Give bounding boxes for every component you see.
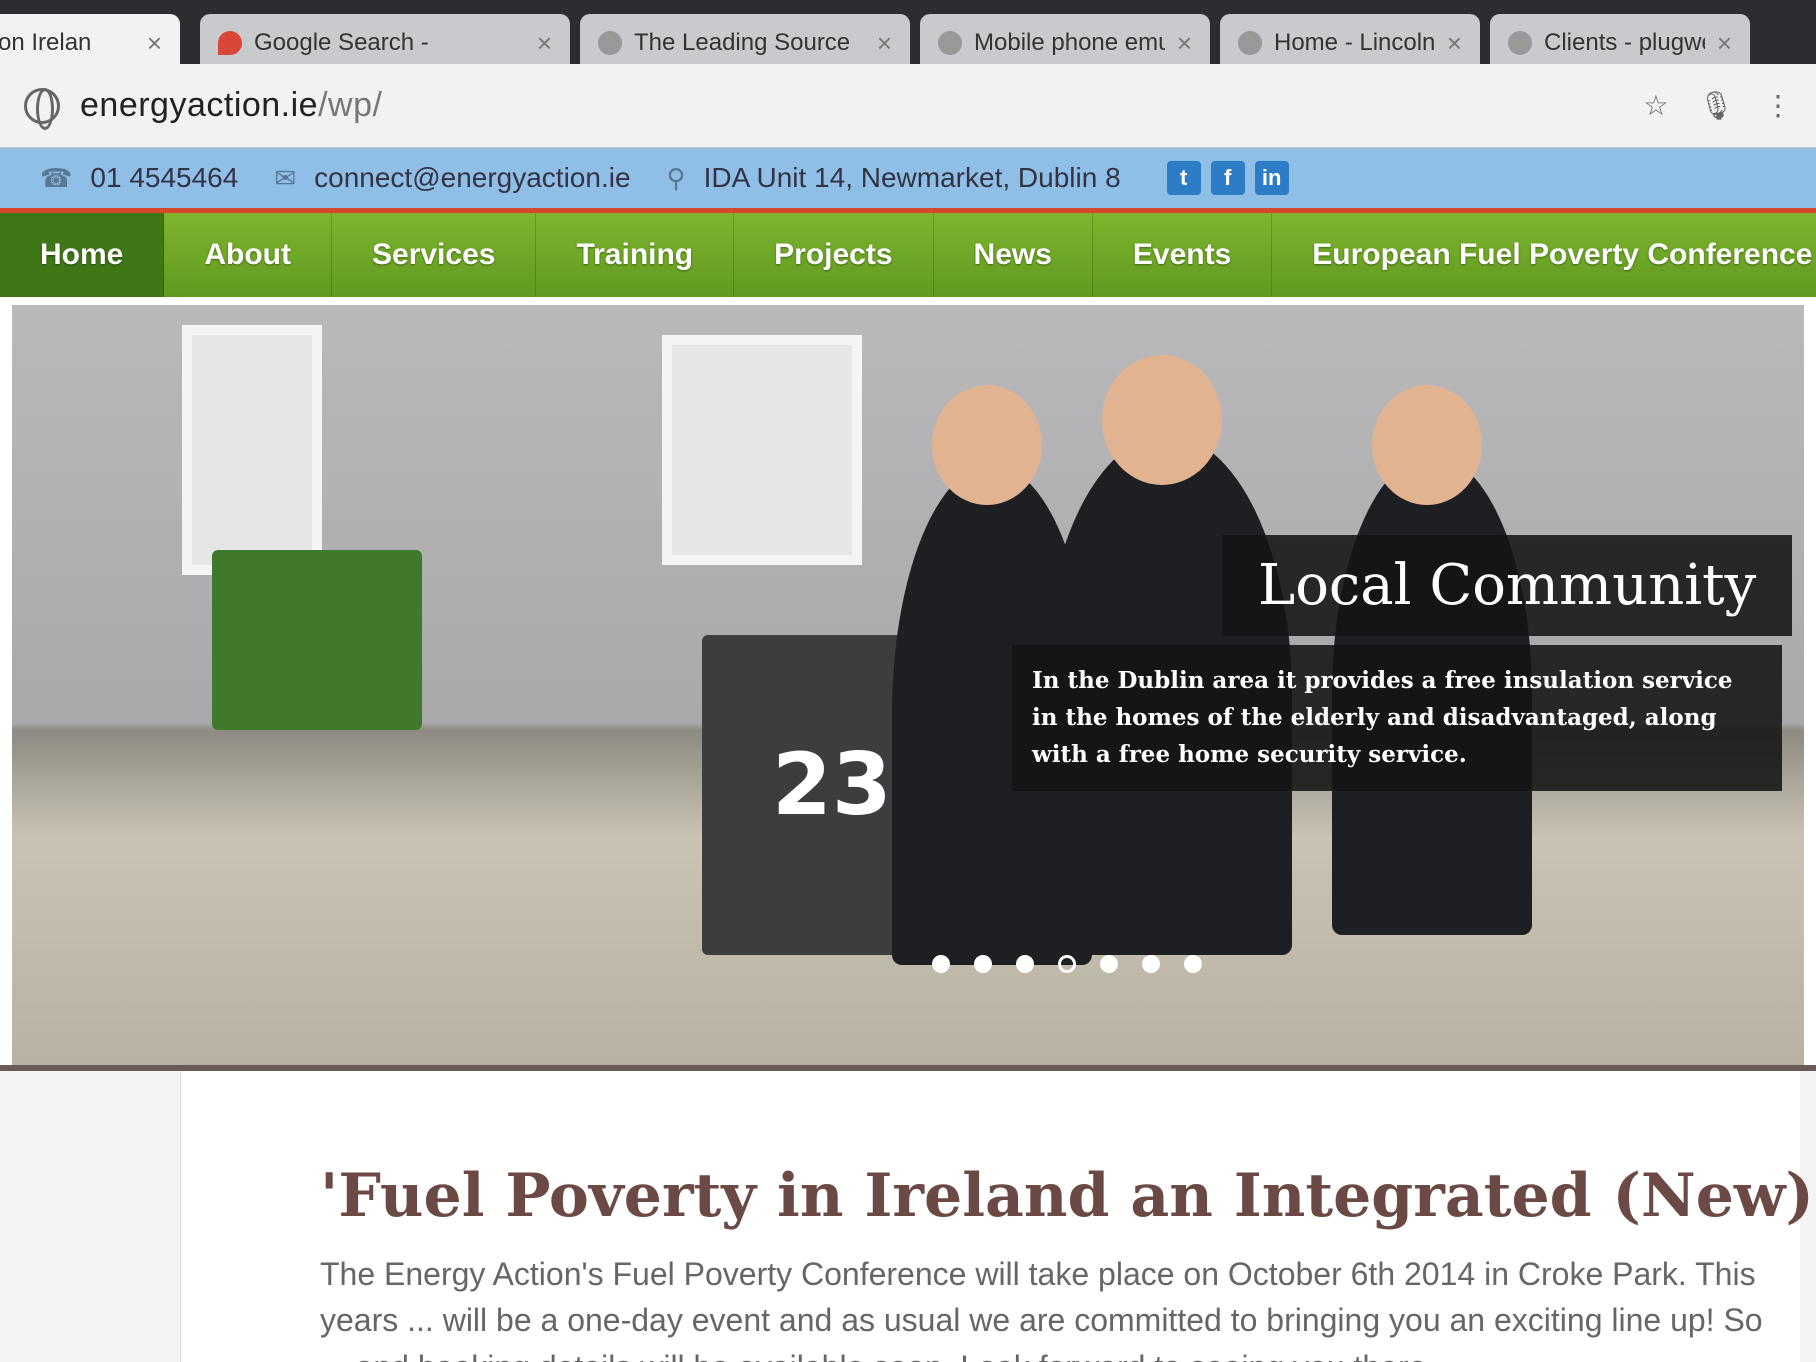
tab-close-icon[interactable]: × <box>147 28 162 59</box>
location-pin-icon: ⚲ <box>666 162 686 193</box>
url-text[interactable]: energyaction.ie/wp/ <box>80 86 382 125</box>
page-favicon-icon <box>1238 31 1262 55</box>
globe-icon <box>24 87 60 130</box>
facebook-icon[interactable]: f <box>1210 161 1245 195</box>
email-contact[interactable]: ✉ connect@energyaction.ie <box>274 162 630 194</box>
phone-icon: ☎ <box>40 162 73 193</box>
slide-dot[interactable] <box>1184 955 1202 973</box>
webpage: ☎ 01 4545464 ✉ connect@energyaction.ie ⚲… <box>0 148 1816 1362</box>
email-address: connect@energyaction.ie <box>314 162 631 193</box>
menu-icon[interactable]: ⋮ <box>1764 89 1792 122</box>
slide-caption-text: In the Dublin area it provides a free in… <box>1012 645 1782 792</box>
slide-dot[interactable] <box>974 955 992 973</box>
tab-title: on Irelan <box>0 29 92 56</box>
tab-close-icon[interactable]: × <box>1177 28 1192 59</box>
address-bar[interactable]: energyaction.ie/wp/ ☆ 🎙 ⋮ <box>0 64 1816 148</box>
social-links: t f in <box>1166 161 1289 195</box>
page-favicon-icon <box>938 31 962 55</box>
hero-slider[interactable]: 23 Local Community In the Dublin area it… <box>12 305 1804 1065</box>
slide-dot[interactable] <box>932 955 950 973</box>
contact-bar: ☎ 01 4545464 ✉ connect@energyaction.ie ⚲… <box>0 148 1816 208</box>
slide-pagination <box>932 955 1202 973</box>
slide-dot[interactable] <box>1100 955 1118 973</box>
nav-european-fuel-poverty-conference[interactable]: European Fuel Poverty Conference <box>1272 213 1816 297</box>
nav-home[interactable]: Home <box>0 213 165 297</box>
nav-news[interactable]: News <box>934 213 1093 297</box>
tab-title: The Leading Source <box>634 29 851 56</box>
green-bin-image <box>212 550 422 730</box>
tab-close-icon[interactable]: × <box>1717 28 1732 59</box>
main-navigation: Home About Services Training Projects Ne… <box>0 213 1816 297</box>
nav-services[interactable]: Services <box>332 213 537 297</box>
phone-contact[interactable]: ☎ 01 4545464 <box>40 162 238 194</box>
house-window-image <box>182 325 322 575</box>
browser-tabstrip: on Irelan × Google Search - × The Leadin… <box>0 0 1816 72</box>
mail-icon: ✉ <box>274 162 297 193</box>
bin-number: 23 <box>772 735 892 835</box>
article-section: 'Fuel Poverty in Ireland an Integrated (… <box>0 1065 1816 1362</box>
slide-dot-active[interactable] <box>1058 955 1076 973</box>
person-head-image <box>932 385 1042 505</box>
omnibar-actions: ☆ 🎙 ⋮ <box>1643 89 1792 122</box>
tab-title: Home - Lincoln Sec <box>1274 29 1435 56</box>
tab-title: Clients - plugwealt <box>1544 29 1705 56</box>
house-window-image <box>662 335 862 565</box>
nav-events[interactable]: Events <box>1093 213 1273 297</box>
tab-close-icon[interactable]: × <box>877 28 892 59</box>
url-domain: energyaction.ie <box>80 86 319 124</box>
linkedin-icon[interactable]: in <box>1254 161 1289 195</box>
nav-training[interactable]: Training <box>536 213 735 297</box>
address-contact: ⚲ IDA Unit 14, Newmarket, Dublin 8 <box>667 162 1121 194</box>
twitter-icon[interactable]: t <box>1166 161 1201 195</box>
article-headline: 'Fuel Poverty in Ireland an Integrated (… <box>320 1161 1816 1231</box>
phone-number: 01 4545464 <box>90 162 239 193</box>
microphone-icon[interactable]: 🎙 <box>1698 89 1734 122</box>
url-path: /wp/ <box>318 86 383 124</box>
tab-title: Google Search - <box>254 29 429 56</box>
page-favicon-icon <box>1508 31 1532 55</box>
article-body: The Energy Action's Fuel Poverty Confere… <box>320 1256 1763 1362</box>
street-address: IDA Unit 14, Newmarket, Dublin 8 <box>703 162 1121 193</box>
nav-about[interactable]: About <box>164 213 332 297</box>
nav-projects[interactable]: Projects <box>734 213 934 297</box>
maps-favicon-icon <box>218 31 242 55</box>
tab-close-icon[interactable]: × <box>537 28 552 59</box>
person-head-image <box>1372 385 1482 505</box>
slide-dot[interactable] <box>1016 955 1034 973</box>
slide-caption-title: Local Community <box>1222 535 1793 636</box>
page-favicon-icon <box>598 31 622 55</box>
star-icon[interactable]: ☆ <box>1643 89 1668 122</box>
slide-dot[interactable] <box>1142 955 1160 973</box>
tab-close-icon[interactable]: × <box>1447 28 1462 59</box>
person-head-image <box>1102 355 1222 485</box>
tab-title: Mobile phone emula <box>974 29 1165 56</box>
